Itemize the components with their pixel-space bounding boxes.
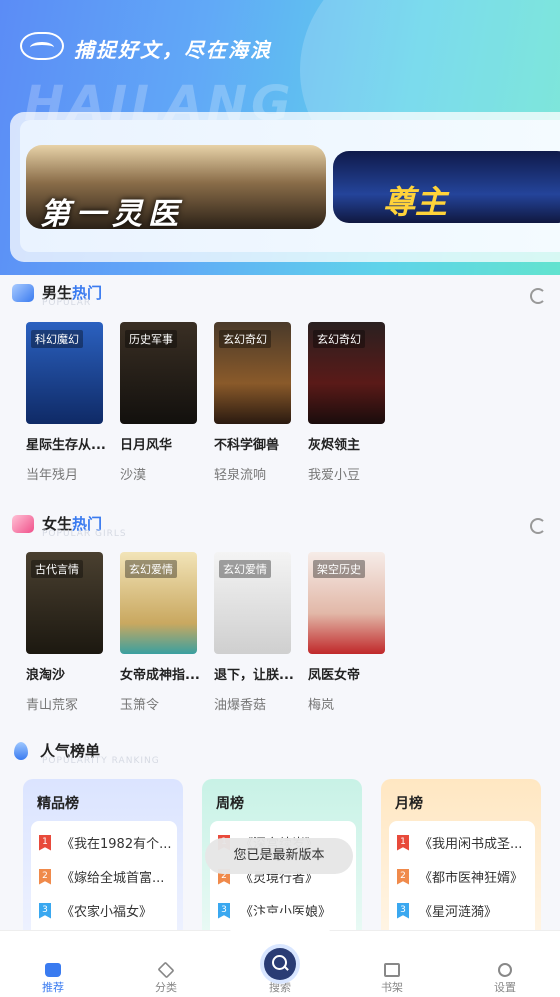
book-title: 浪淘沙	[26, 668, 66, 683]
rank-card-title: 周榜	[216, 796, 244, 812]
book-author: 我爱小豆	[308, 468, 361, 483]
rank-2-badge-icon: 2	[39, 868, 51, 885]
genre-tag: 玄幻奇幻	[313, 330, 365, 348]
rank-card-title: 精品榜	[37, 796, 79, 812]
rank-book: 《我用闲书成圣...	[419, 837, 523, 852]
book-author: 油爆香菇	[214, 698, 267, 713]
book-cover: 玄幻奇幻	[308, 322, 385, 424]
female-book-list: 古代言情 浪淘沙 青山荒冢 玄幻爱情 女帝成神指... 玉箫令 玄幻爱情 退下，…	[26, 552, 385, 713]
hero-banner: 捕捉好文，尽在海浪 HAILANG 第一灵医 尊主	[0, 0, 560, 275]
rank-item[interactable]: 3 《星河涟漪》	[397, 901, 531, 920]
rank-item[interactable]: 1 《我在1982有个...	[39, 833, 173, 852]
rank-3-badge-icon: 3	[39, 902, 51, 919]
tab-settings[interactable]: 设置	[475, 931, 535, 995]
genre-tag: 架空历史	[313, 560, 365, 578]
rank-1-badge-icon: 1	[397, 834, 409, 851]
update-toast: 您已是最新版本	[205, 838, 353, 874]
banner-title: 第一灵医	[40, 197, 184, 229]
genre-tag: 玄幻爱情	[219, 560, 271, 578]
tab-label: 书架	[381, 981, 403, 994]
rank-book: 《农家小福女》	[61, 905, 153, 920]
rank-book: 《我在1982有个...	[61, 837, 172, 852]
hailang-logo-icon	[20, 32, 64, 60]
book-cover: 历史军事	[120, 322, 197, 424]
tab-label: 分类	[155, 981, 177, 994]
book-item[interactable]: 架空历史 凤医女帝 梅岚	[308, 552, 385, 713]
book-item[interactable]: 古代言情 浪淘沙 青山荒冢	[26, 552, 103, 713]
rank-item[interactable]: 2 《都市医神狂婿》	[397, 867, 531, 886]
book-author: 青山荒冢	[26, 698, 79, 713]
refresh-icon[interactable]	[530, 518, 546, 534]
book-title: 不科学御兽	[214, 438, 280, 453]
rank-book: 《嫁给全城首富...	[61, 871, 165, 886]
genre-tag: 玄幻奇幻	[219, 330, 271, 348]
banner-slide-1[interactable]: 第一灵医	[26, 145, 326, 229]
tab-bookshelf[interactable]: 书架	[362, 931, 422, 995]
banner-title: 尊主	[383, 183, 448, 221]
rank-item[interactable]: 1 《我用闲书成圣...	[397, 833, 531, 852]
book-author: 沙漠	[120, 468, 147, 483]
rank-book: 《都市医神狂婿》	[419, 871, 524, 886]
search-icon[interactable]	[264, 948, 296, 980]
rank-card-premium[interactable]: 精品榜 1 《我在1982有个... 2 《嫁给全城首富... 3 《农家小福女》	[23, 779, 183, 939]
tab-label: 搜索	[269, 981, 291, 994]
bookshelf-icon	[384, 963, 400, 977]
male-book-list: 科幻魔幻 星际生存从... 当年残月 历史军事 日月风华 沙漠 玄幻奇幻 不科学…	[26, 322, 385, 483]
layers-icon	[157, 961, 175, 979]
book-title: 凤医女帝	[308, 668, 361, 683]
book-cover: 古代言情	[26, 552, 103, 654]
book-title: 星际生存从...	[26, 438, 106, 453]
rank-item[interactable]: 2 《嫁给全城首富...	[39, 867, 173, 886]
flame-icon	[14, 741, 28, 760]
rank-item[interactable]: 3 《农家小福女》	[39, 901, 173, 920]
rank-card-monthly[interactable]: 月榜 1 《我用闲书成圣... 2 《都市医神狂婿》 3 《星河涟漪》	[381, 779, 541, 939]
book-item[interactable]: 玄幻爱情 退下，让朕... 油爆香菇	[214, 552, 294, 713]
section-subtitle: POPULAR GIRLS	[42, 529, 127, 539]
tab-label: 推荐	[42, 981, 64, 994]
slogan: 捕捉好文，尽在海浪	[74, 38, 272, 62]
book-item[interactable]: 历史军事 日月风华 沙漠	[120, 322, 197, 483]
refresh-icon[interactable]	[530, 288, 546, 304]
tab-category[interactable]: 分类	[136, 931, 196, 995]
book-title: 灰烬领主	[308, 438, 361, 453]
rank-card-title: 月榜	[395, 796, 423, 812]
rank-3-badge-icon: 3	[397, 902, 409, 919]
book-title: 日月风华	[120, 438, 173, 453]
book-author: 当年残月	[26, 468, 79, 483]
book-author: 轻泉流响	[214, 468, 267, 483]
genre-tag: 历史军事	[125, 330, 177, 348]
book-cover: 玄幻奇幻	[214, 322, 291, 424]
rank-list: 1 《我用闲书成圣... 2 《都市医神狂婿》 3 《星河涟漪》	[389, 821, 535, 939]
book-item[interactable]: 玄幻奇幻 不科学御兽 轻泉流响	[214, 322, 291, 483]
book-cover: 架空历史	[308, 552, 385, 654]
rank-book: 《星河涟漪》	[419, 905, 498, 920]
rank-1-badge-icon: 1	[39, 834, 51, 851]
ranking-subtitle: POPULARITY RANKING	[42, 756, 160, 766]
genre-tag: 古代言情	[31, 560, 83, 578]
rank-list: 1 《我在1982有个... 2 《嫁给全城首富... 3 《农家小福女》	[31, 821, 177, 939]
section-subtitle: POPULAR	[42, 298, 92, 308]
book-title: 女帝成神指...	[120, 668, 200, 683]
book-title: 退下，让朕...	[214, 668, 294, 683]
rank-2-badge-icon: 2	[397, 868, 409, 885]
home-icon	[45, 963, 61, 977]
female-icon	[12, 514, 34, 533]
book-author: 玉箫令	[120, 698, 160, 713]
genre-tag: 科幻魔幻	[31, 330, 83, 348]
rank-3-badge-icon: 3	[218, 902, 230, 919]
book-item[interactable]: 科幻魔幻 星际生存从... 当年残月	[26, 322, 106, 483]
book-cover: 玄幻爱情	[120, 552, 197, 654]
book-cover: 玄幻爱情	[214, 552, 291, 654]
book-author: 梅岚	[308, 698, 335, 713]
tab-label: 设置	[494, 981, 516, 994]
book-item[interactable]: 玄幻奇幻 灰烬领主 我爱小豆	[308, 322, 385, 483]
genre-tag: 玄幻爱情	[125, 560, 177, 578]
banner-slide-2[interactable]: 尊主	[333, 151, 560, 223]
gear-icon	[498, 963, 512, 977]
book-item[interactable]: 玄幻爱情 女帝成神指... 玉箫令	[120, 552, 200, 713]
tab-recommend[interactable]: 推荐	[23, 931, 83, 995]
book-cover: 科幻魔幻	[26, 322, 103, 424]
male-icon	[12, 283, 34, 302]
